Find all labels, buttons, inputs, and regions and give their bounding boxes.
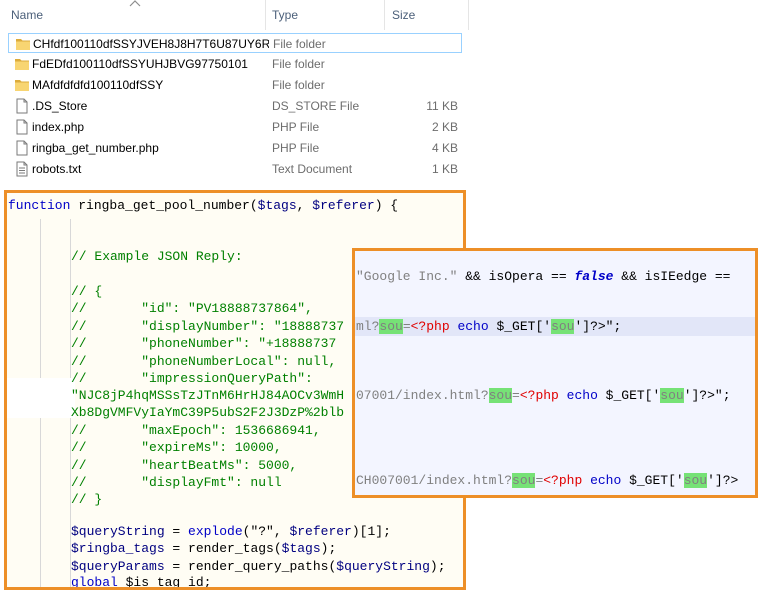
file-name: .DS_Store (32, 99, 88, 113)
code-line-tags: $ringba_tags = render_tags($tags); (71, 541, 337, 556)
file-size (392, 54, 458, 74)
file-type: Text Document (272, 162, 353, 176)
code-line-global: global $is_tag_id; (71, 575, 212, 590)
code-comment: Xb8DgVMFVyIaYmC39P5ubS2F2J3DzP%2blb (71, 405, 345, 420)
file-size: 1 KB (431, 162, 458, 176)
file-row-folder[interactable]: FdEDfd100110dfSSYUHJBVG97750101 File fol… (8, 54, 462, 74)
code-comment: // "heartBeatMs": 5000, (71, 458, 298, 473)
code-line-browser-check: "Google Inc." && isOpera == false && isI… (356, 269, 731, 284)
column-type[interactable]: Type (272, 0, 298, 30)
file-size (392, 75, 458, 95)
file-row[interactable]: ringba_get_number.php PHP File 4 KB (8, 138, 462, 158)
code-comment: // "displayFmt": null (71, 475, 282, 490)
code-line-querystring: $queryString = explode("?", $referer)[1]… (71, 524, 391, 539)
code-comment: "NJC8jP4hqMSSsTzJTnM6HrHJ84AOCv3WmH (71, 388, 345, 403)
column-divider[interactable] (265, 0, 266, 30)
file-size: 11 KB (426, 99, 458, 113)
code-comment: // "maxEpoch": 1536686941, (71, 423, 321, 438)
file-icon (16, 98, 28, 114)
code-comment: // } (71, 492, 103, 507)
javascript-code-panel: "Google Inc." && isOpera == false && isI… (352, 248, 758, 498)
file-type: DS_STORE File (272, 99, 360, 113)
code-line-function: function ringba_get_pool_number($tags, $… (8, 198, 399, 213)
file-row[interactable]: .DS_Store DS_STORE File 11 KB (8, 96, 462, 116)
file-size: 2 KB (431, 120, 458, 134)
file-size (393, 34, 459, 54)
code-comment: // Example JSON Reply: (71, 249, 243, 264)
file-type: File folder (272, 78, 325, 92)
folder-icon (15, 80, 29, 91)
file-type: File folder (273, 37, 326, 51)
code-comment: // "phoneNumber": "+18888737 (71, 336, 337, 351)
file-name: CHfdf100110dfSSYJVEH8J8H7T6U87UY6R... (33, 37, 269, 51)
code-comment: // "expireMs": 10000, (71, 440, 282, 455)
sort-ascending-icon[interactable] (129, 0, 141, 7)
file-icon (16, 119, 28, 135)
file-size: 4 KB (431, 141, 458, 155)
code-comment: // "impressionQueryPath": (71, 371, 313, 386)
code-line-url-1: ml?sou=<?php echo $_GET['sou']?>"; (356, 319, 622, 334)
code-comment: // "phoneNumberLocal": null, (71, 354, 337, 369)
column-divider[interactable] (384, 0, 385, 30)
folder-icon (16, 39, 30, 50)
text-file-icon (16, 161, 28, 177)
column-header: Name Type Size (0, 0, 764, 30)
file-name: index.php (32, 120, 85, 134)
file-row-folder[interactable]: MAfdfdfdfd100110dfSSY File folder (8, 75, 462, 95)
file-type: PHP File (272, 141, 320, 155)
file-row-folder[interactable]: CHfdf100110dfSSYJVEH8J8H7T6U87UY6R... Fi… (8, 33, 462, 53)
code-comment: // { (71, 284, 103, 299)
file-type: PHP File (272, 120, 320, 134)
file-icon (16, 140, 28, 156)
file-name: FdEDfd100110dfSSYUHJBVG97750101 (32, 57, 248, 71)
column-divider[interactable] (468, 0, 469, 30)
file-type: File folder (272, 57, 325, 71)
file-name: robots.txt (32, 162, 82, 176)
wrapped-line-gutter (7, 398, 75, 418)
file-explorer: Name Type Size CHfdf100110dfSSYJVEH8J8H7… (0, 0, 764, 186)
file-row[interactable]: index.php PHP File 2 KB (8, 117, 462, 137)
code-line-url-3: CH007001/index.html?sou=<?php echo $_GET… (356, 473, 739, 488)
file-name: ringba_get_number.php (32, 141, 159, 155)
code-line-url-2: 07001/index.html?sou=<?php echo $_GET['s… (356, 388, 731, 403)
code-comment: // "displayNumber": "18888737 (71, 319, 345, 334)
file-name: MAfdfdfdfd100110dfSSY (32, 78, 164, 92)
code-comment: // "id": "PV18888737864", (71, 301, 313, 316)
column-name[interactable]: Name (11, 0, 43, 30)
file-row[interactable]: robots.txt Text Document 1 KB (8, 159, 462, 179)
column-size[interactable]: Size (392, 0, 415, 30)
folder-icon (15, 59, 29, 70)
